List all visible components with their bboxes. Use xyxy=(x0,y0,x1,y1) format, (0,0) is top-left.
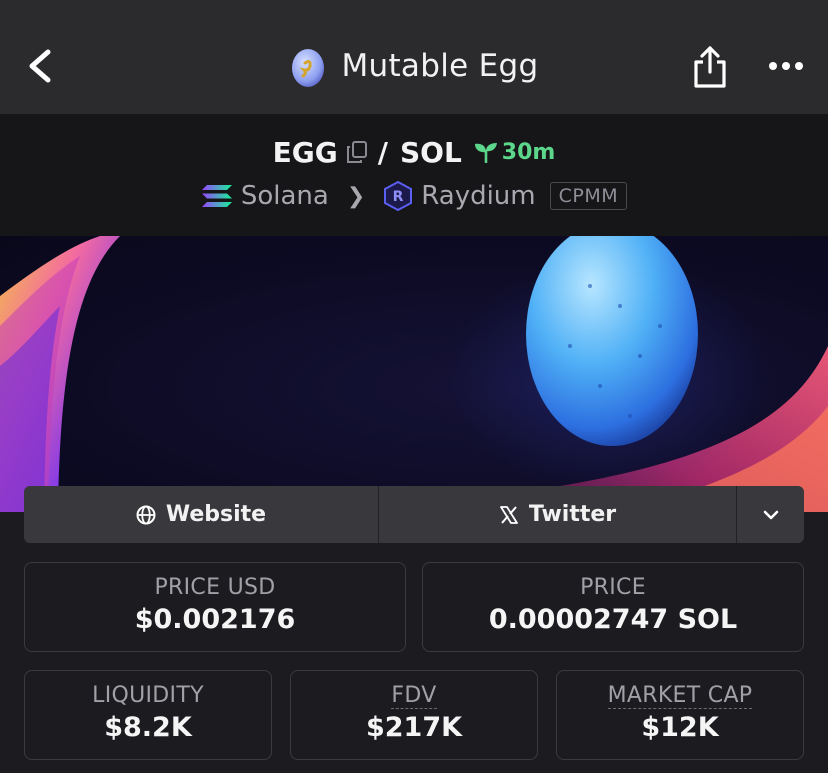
market-cap-value: $12K xyxy=(641,712,719,743)
x-logo-icon xyxy=(499,505,518,524)
egg-token-icon xyxy=(292,49,325,87)
liquidity-card: LIQUIDITY $8.2K xyxy=(24,670,272,760)
share-button[interactable] xyxy=(690,42,730,90)
copy-icon[interactable] xyxy=(346,140,368,164)
market-cap-card: MARKET CAP $12K xyxy=(556,670,804,760)
svg-text:R: R xyxy=(393,189,404,205)
twitter-label: Twitter xyxy=(528,502,617,527)
market-cap-label-wrap[interactable]: MARKET CAP xyxy=(557,683,803,709)
pair-title-row: EGG / SOL 30m xyxy=(0,130,828,174)
globe-icon xyxy=(136,505,156,524)
price-native-value: 0.00002747 SOL xyxy=(488,604,738,635)
pair-age-badge: 30m xyxy=(474,139,556,165)
pool-type-badge: CPMM xyxy=(549,182,628,210)
liquidity-value: $8.2K xyxy=(104,712,192,743)
twitter-button[interactable]: Twitter xyxy=(379,486,737,543)
share-icon xyxy=(694,46,726,88)
price-usd-card: PRICE USD $0.002176 xyxy=(24,562,406,652)
token-banner-image xyxy=(0,236,828,512)
price-native-label: PRICE xyxy=(580,575,646,600)
price-usd-label: PRICE USD xyxy=(154,575,276,600)
raydium-icon: R xyxy=(384,180,413,212)
pair-age-text: 30m xyxy=(501,139,556,165)
page-title: Mutable Egg xyxy=(341,48,539,84)
pair-separator: / xyxy=(377,135,388,169)
base-token-symbol: EGG xyxy=(272,135,338,169)
chain-name[interactable]: Solana xyxy=(241,181,329,211)
quote-token-symbol: SOL xyxy=(399,135,462,169)
fdv-card: FDV $217K xyxy=(290,670,538,760)
banner-artwork xyxy=(0,236,828,512)
website-button[interactable]: Website xyxy=(24,486,379,543)
sprout-icon xyxy=(474,143,497,163)
fdv-label: FDV xyxy=(391,683,437,709)
market-cap-label: MARKET CAP xyxy=(607,683,753,709)
solana-icon xyxy=(201,185,232,207)
more-links-dropdown[interactable] xyxy=(737,486,804,543)
fdv-value: $217K xyxy=(365,712,463,743)
social-links-bar: Website Twitter xyxy=(24,486,804,543)
fdv-label-wrap[interactable]: FDV xyxy=(291,683,537,709)
price-native-card: PRICE 0.00002747 SOL xyxy=(422,562,804,652)
website-label: Website xyxy=(165,502,267,527)
price-usd-value: $0.002176 xyxy=(134,604,296,635)
chain-breadcrumb: Solana ❯ R Raydium CPMM xyxy=(0,176,828,216)
more-options-button[interactable] xyxy=(766,56,806,76)
more-horizontal-icon xyxy=(769,62,803,70)
chevron-right-icon: ❯ xyxy=(346,183,366,209)
liquidity-label: LIQUIDITY xyxy=(92,683,204,708)
dex-name[interactable]: Raydium xyxy=(421,181,535,211)
chevron-down-icon xyxy=(763,510,778,519)
